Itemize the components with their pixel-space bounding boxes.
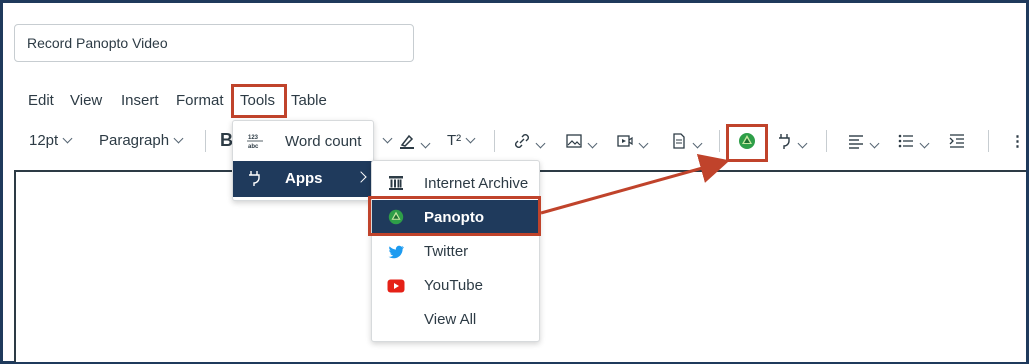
annotation-arrow	[540, 153, 730, 215]
